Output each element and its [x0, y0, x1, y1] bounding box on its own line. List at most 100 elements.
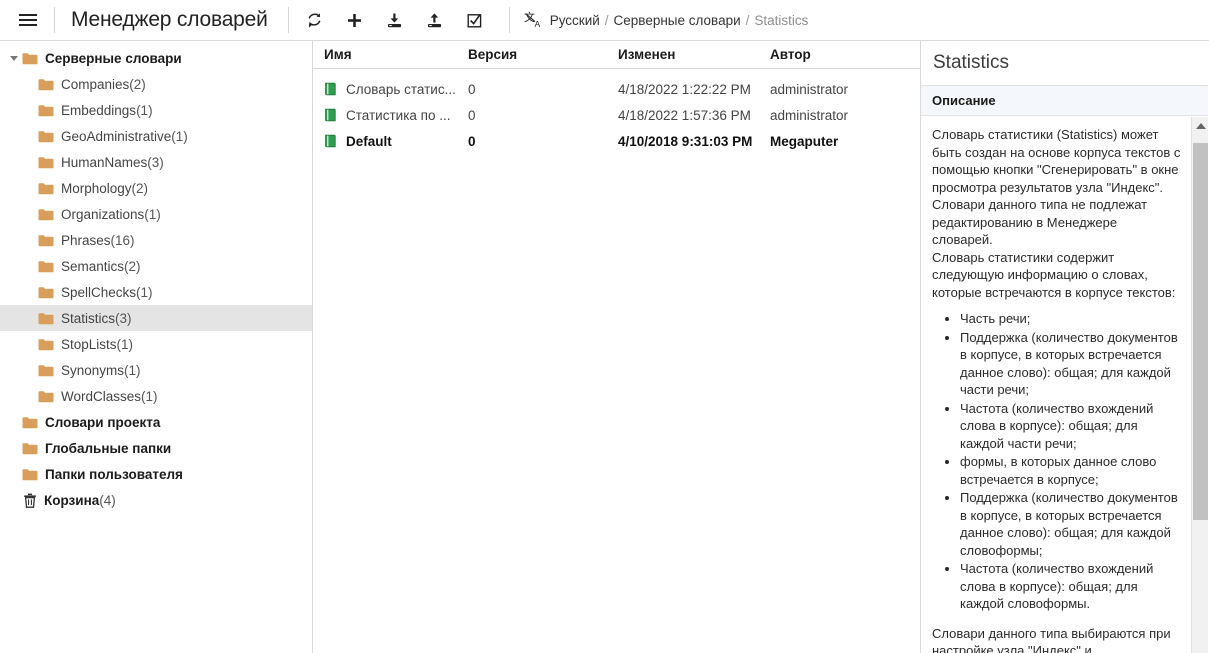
table-cell-name-text: Default — [346, 133, 392, 149]
sidebar-item-папки[interactable]: Папки пользователя — [0, 461, 312, 487]
main-content: Серверные словари Companies (2) Embedding… — [0, 41, 1209, 653]
description-bullet-item: Частота (количество вхождений слова в ко… — [960, 400, 1181, 453]
sidebar-item-count: (3) — [115, 310, 132, 326]
cell-modified: 4/10/2018 9:31:03 PM — [618, 133, 753, 149]
scrollbar-thumb[interactable] — [1193, 143, 1208, 520]
sidebar-item-count: (3) — [147, 154, 164, 170]
folder-icon — [22, 442, 38, 455]
table-body: Словарь статис... 0 4/18/2022 1:22:22 PM ad… — [313, 69, 920, 154]
sidebar-item-synonyms[interactable]: Synonyms (1) — [0, 357, 312, 383]
toolbar-actions — [295, 3, 495, 37]
sidebar-item-count: (4) — [99, 492, 116, 508]
sidebar-item-phrases[interactable]: Phrases (16) — [0, 227, 312, 253]
cell-version: 0 — [468, 107, 476, 123]
chevron-down-icon[interactable] — [6, 45, 22, 71]
breadcrumb-separator: / — [604, 12, 609, 28]
refresh-icon — [308, 12, 321, 28]
table-row[interactable]: Словарь статис... 0 4/18/2022 1:22:22 PM ad… — [313, 76, 920, 102]
sidebar-item-label: Глобальные папки — [45, 440, 172, 456]
select-button[interactable] — [455, 3, 495, 37]
sidebar-item-глобальные[interactable]: Глобальные папки — [0, 435, 312, 461]
sidebar-item-stoplists[interactable]: StopLists (1) — [0, 331, 312, 357]
sidebar-item-label: Semantics — [61, 258, 125, 274]
sidebar-item-label: StopLists — [61, 336, 117, 352]
hamburger-icon[interactable] — [8, 0, 48, 40]
folder-icon — [38, 260, 54, 273]
top-toolbar: Менеджер словарей 文 A Русский / Серверны… — [0, 0, 1209, 41]
sidebar-item-count: (1) — [136, 284, 153, 300]
translate-icon[interactable]: 文 A — [524, 11, 542, 29]
description-bullet-list: Часть речи;Поддержка (количество докумен… — [932, 310, 1181, 613]
refresh-button[interactable] — [295, 3, 335, 37]
sidebar-tree: Серверные словари Companies (2) Embedding… — [0, 41, 313, 653]
breadcrumb-item-language[interactable]: Русский — [550, 13, 600, 28]
sidebar-item-companies[interactable]: Companies (2) — [0, 71, 312, 97]
sidebar-item-label: GeoAdministrative — [61, 128, 172, 144]
sidebar-item-geoadministrative[interactable]: GeoAdministrative (1) — [0, 123, 312, 149]
sidebar-item-humannames[interactable]: HumanNames (3) — [0, 149, 312, 175]
table-row[interactable]: Default 0 4/10/2018 9:31:03 PM Megaputer — [313, 128, 920, 154]
sidebar-item-count: (2) — [129, 76, 146, 92]
column-header-author[interactable]: Автор — [770, 47, 920, 62]
column-header-name[interactable]: Имя — [313, 47, 468, 62]
divider — [287, 7, 289, 33]
details-scrollbar[interactable] — [1191, 117, 1208, 653]
column-header-version[interactable]: Версия — [468, 47, 618, 62]
folder-icon — [38, 234, 54, 247]
sidebar-item-statistics[interactable]: Statistics (3) — [0, 305, 312, 331]
sidebar-item-spellchecks[interactable]: SpellChecks (1) — [0, 279, 312, 305]
sidebar-item-semantics[interactable]: Semantics (2) — [0, 253, 312, 279]
cell-author: administrator — [770, 107, 849, 123]
sidebar-item-label: Morphology — [61, 180, 132, 196]
scroll-up-icon[interactable] — [1192, 117, 1208, 134]
sidebar-subtree: Companies (2) Embeddings (1) GeoAdministra… — [0, 71, 312, 409]
sidebar-item-label: HumanNames — [61, 154, 148, 170]
details-panel: Statistics Описание Словарь статистики (… — [921, 41, 1208, 653]
sidebar-item-embeddings[interactable]: Embeddings (1) — [0, 97, 312, 123]
sidebar-item-корзина[interactable]: Корзина (4) — [0, 487, 312, 513]
column-header-modified[interactable]: Изменен — [618, 47, 770, 62]
import-button[interactable] — [375, 3, 415, 37]
sidebar-item-wordclasses[interactable]: WordClasses (1) — [0, 383, 312, 409]
breadcrumb-item-server-dictionaries[interactable]: Серверные словари — [614, 13, 741, 28]
sidebar-item-label: Папки пользователя — [45, 466, 183, 482]
breadcrumb-item-statistics: Statistics — [754, 12, 809, 28]
folder-icon — [38, 104, 54, 117]
description-paragraph-2: Словарь статистики содержит следующую ин… — [932, 249, 1176, 300]
sidebar-item-count: (1) — [144, 206, 161, 222]
dictionary-icon — [324, 134, 338, 148]
trash-icon — [23, 493, 37, 508]
description-bullet-item: Поддержка (количество документов в корпу… — [960, 489, 1181, 559]
export-button[interactable] — [415, 3, 455, 37]
cell-name: Словарь статис... — [313, 82, 468, 97]
table-row[interactable]: Статистика по ... 0 4/18/2022 1:57:36 PM ad… — [313, 102, 920, 128]
details-section-header: Описание — [921, 86, 1208, 116]
breadcrumb-separator: / — [745, 12, 750, 28]
sidebar-item-label: Корзина — [44, 492, 100, 508]
sidebar-item-server-dictionaries[interactable]: Серверные словари — [0, 45, 312, 71]
details-title: Statistics — [921, 41, 1208, 86]
folder-icon — [38, 182, 54, 195]
sidebar-item-label: Словари проекта — [45, 414, 161, 430]
sidebar-item-label: Серверные словари — [45, 50, 182, 66]
details-description-body: Словарь статистики (Statistics) может бы… — [921, 117, 1191, 653]
folder-icon — [38, 286, 54, 299]
add-button[interactable] — [335, 3, 375, 37]
cell-author: Megaputer — [770, 133, 839, 149]
sidebar-item-label: Synonyms — [61, 362, 125, 378]
import-icon — [388, 13, 402, 27]
folder-icon — [38, 208, 54, 221]
sidebar-item-morphology[interactable]: Morphology (2) — [0, 175, 312, 201]
sidebar-item-organizations[interactable]: Organizations (1) — [0, 201, 312, 227]
description-bullet-item: Поддержка (количество документов в корпу… — [960, 329, 1181, 399]
sidebar-item-словари[interactable]: Словари проекта — [0, 409, 312, 435]
